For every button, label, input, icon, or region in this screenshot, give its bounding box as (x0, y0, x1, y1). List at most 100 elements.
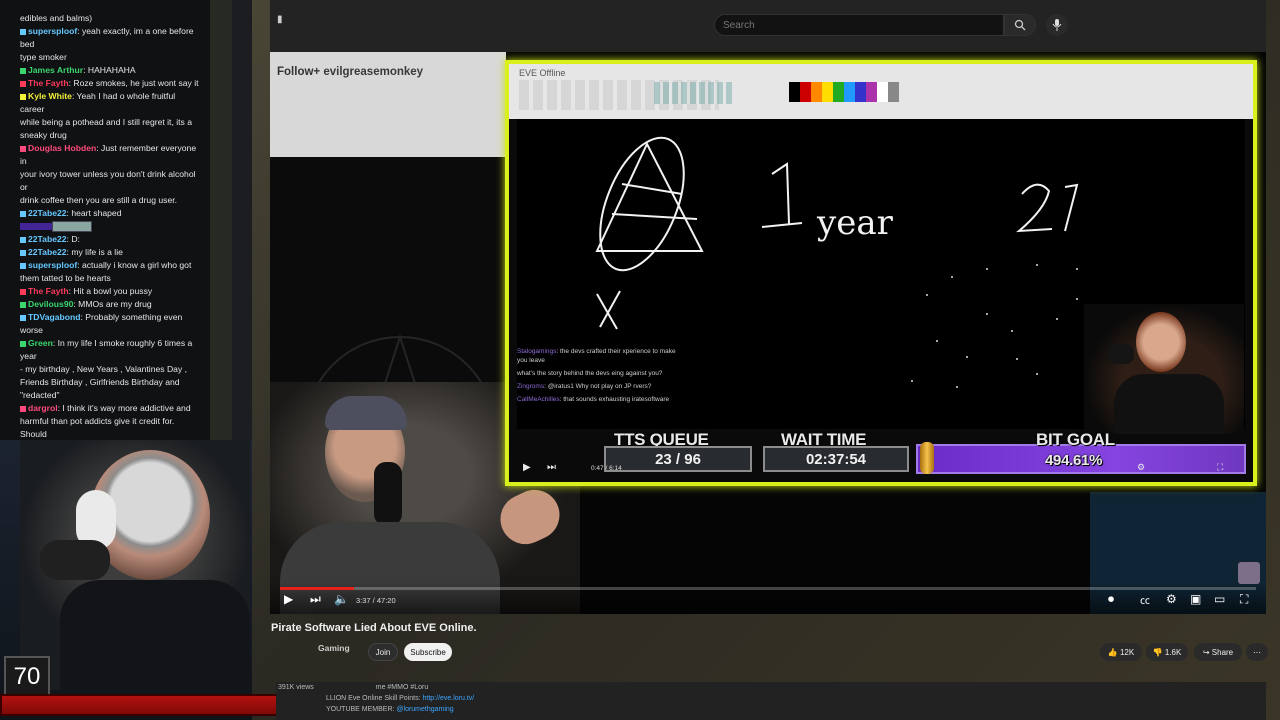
chat-username[interactable]: 22Tabe22 (28, 208, 67, 218)
chat-text: : heart shaped (66, 208, 122, 218)
chat-badge-icon (20, 314, 26, 321)
chat-badge-icon (20, 145, 26, 152)
chat-text: your ivory tower unless you don't drink … (20, 169, 196, 192)
paint-toolbar: EVE Offline (509, 64, 1253, 119)
chat-username[interactable]: Kyle White (28, 91, 72, 101)
chat-message: Kyle White: Yeah I had o whole fruitful … (20, 90, 200, 116)
inner-player-controls: ▶ ⏭ 0:47 / 6:14 ⚙ ⛶ (517, 460, 1245, 482)
chat-message: The Fayth: Roze smokes, he just wont say… (20, 77, 200, 90)
video-description[interactable]: 391K views me #MMO #Loru LLION Eve Onlin… (276, 682, 1266, 720)
desc-line-views: 391K views me #MMO #Loru (276, 682, 1266, 693)
chat-message: dargrol: I think it's way more addictive… (20, 402, 200, 415)
left-webcam (20, 440, 250, 690)
youtube-logo-icon[interactable]: ▮ (277, 14, 283, 25)
chat-message: James Arthur: HAHAHAHA (20, 64, 200, 77)
search-box[interactable] (714, 14, 1004, 36)
progress-fill (280, 587, 355, 590)
chat-message: harmful than pot addicts give it credit … (20, 415, 200, 440)
chat-username[interactable]: 22Tabe22 (28, 234, 67, 244)
chat-username[interactable]: James Arthur (28, 65, 83, 75)
streamer2-head (1136, 312, 1186, 372)
autoplay-toggle[interactable]: ⏺ (1108, 592, 1114, 607)
chat-username[interactable]: supersploof (28, 260, 77, 270)
chat-text: : I think it's way more addictive and (57, 403, 191, 413)
chat-message: 22Tabe22: D: (20, 233, 200, 246)
chat-message: edibles and balms) (20, 12, 200, 25)
chat-username[interactable]: Devilous90 (28, 299, 73, 309)
more-options-button[interactable]: ⋯ (1246, 643, 1268, 661)
search-input[interactable] (715, 15, 1003, 36)
stream-chat-message: CallMeAchilles: that sounds exhausting i… (517, 395, 687, 404)
desc-text-1: LLION Eve Online Skill Points: (326, 695, 423, 702)
next-icon[interactable]: ⏭ (310, 592, 321, 607)
join-button[interactable]: Join (368, 643, 398, 661)
chat-username[interactable]: Douglas Hobden (28, 143, 96, 153)
chat-text: - my birthday , New Years , Valantines D… (20, 364, 188, 374)
chat-text: : D: (66, 234, 80, 244)
channel-avatar-thumb[interactable] (1238, 562, 1260, 584)
chat-message: supersploof: actually i know a girl who … (20, 259, 200, 272)
chat-username[interactable]: Green (28, 338, 53, 348)
inner-next-icon[interactable]: ⏭ (547, 462, 556, 473)
chat-message: Douglas Hobden: Just remember everyone i… (20, 142, 200, 168)
thumbs-down-icon: 👎 (1152, 647, 1165, 657)
chat-message: drink coffee then you are still a drug u… (20, 194, 200, 207)
captions-icon[interactable]: ㏄ (1140, 592, 1150, 607)
chat-username[interactable]: 22Tabe22 (28, 247, 67, 257)
chat-badge-icon (20, 80, 26, 87)
dislike-count: 1.6K (1164, 647, 1182, 657)
chat-message: The Fayth: Hit a bowl you pussy (20, 285, 200, 298)
dislike-button[interactable]: 👎 1.6K (1146, 643, 1188, 661)
chat-text: : my life is a lie (66, 247, 123, 257)
video-progress-bar[interactable] (280, 587, 1256, 590)
stream-chat-text: what's the story behind the devs eing ag… (517, 370, 663, 377)
shirt (60, 580, 250, 690)
desc-line-1: LLION Eve Online Skill Points: http://ev… (276, 693, 1266, 704)
chat-message: while being a pothead and I still regret… (20, 116, 200, 129)
stream-chat-message: what's the story behind the devs eing ag… (517, 369, 687, 378)
desc-link-2[interactable]: @lorumethgaming (396, 706, 453, 713)
volume-icon[interactable]: 🔈 (334, 592, 349, 606)
paint-color-palette (789, 82, 899, 102)
follow-user: evilgreasemonkey (323, 66, 424, 78)
chat-badge-icon (20, 67, 26, 74)
theater-mode-icon[interactable]: ▭ (1214, 592, 1225, 606)
inner-fullscreen-icon[interactable]: ⛶ (1217, 462, 1223, 473)
stream-chat-message: Stalogamings: the devs crafted their xpe… (517, 347, 687, 365)
chat-username[interactable]: The Fayth (28, 286, 69, 296)
share-button[interactable]: ↪ Share (1194, 643, 1242, 661)
chat-badge-icon (20, 249, 26, 256)
channel-name[interactable]: Gaming (318, 643, 350, 653)
subscribe-button[interactable]: Subscribe (404, 643, 452, 661)
chat-message (20, 220, 200, 233)
chat-message: "redacted" (20, 389, 200, 402)
chat-message: 22Tabe22: heart shaped (20, 207, 200, 220)
chat-message: Green: In my life I smoke roughly 6 time… (20, 337, 200, 363)
chat-username[interactable]: dargrol (28, 403, 58, 413)
miniplayer-icon[interactable]: ▣ (1190, 592, 1201, 606)
microphone-icon (40, 540, 110, 580)
voice-search-button[interactable] (1046, 14, 1068, 36)
chat-text: them tatted to be hearts (20, 273, 111, 283)
like-button[interactable]: 👍 12K (1100, 643, 1142, 661)
play-icon[interactable]: ▶ (284, 592, 293, 606)
chat-username[interactable]: The Fayth (28, 78, 69, 88)
stream-chat-username: CallMeAchilles (517, 396, 560, 403)
follow-banner: Follow+ evilgreasemonkey (277, 66, 423, 78)
chat-text: "redacted" (20, 390, 60, 400)
chat-badge-icon (20, 93, 26, 100)
settings-gear-icon[interactable]: ⚙ (1166, 592, 1177, 606)
inner-play-icon[interactable]: ▶ (523, 462, 531, 473)
stream-chat-text: : that sounds exhausting iratesoftware (559, 396, 670, 403)
chat-badge-icon (20, 405, 26, 412)
desc-link-1[interactable]: http://eve.loru.tv/ (423, 695, 475, 702)
chat-username[interactable]: supersploof (28, 26, 77, 36)
chat-username[interactable]: TDVagabond (28, 312, 81, 322)
search-button[interactable] (1004, 14, 1036, 36)
chat-message: type smoker (20, 51, 200, 64)
embedded-stream: EVE Offline year Stalogamings: the devs … (505, 60, 1257, 486)
inner-settings-icon[interactable]: ⚙ (1137, 462, 1145, 473)
fullscreen-icon[interactable]: ⛶ (1240, 592, 1248, 607)
streamer2-shirt (1114, 374, 1224, 434)
chat-message: TDVagabond: Probably something even wors… (20, 311, 200, 337)
